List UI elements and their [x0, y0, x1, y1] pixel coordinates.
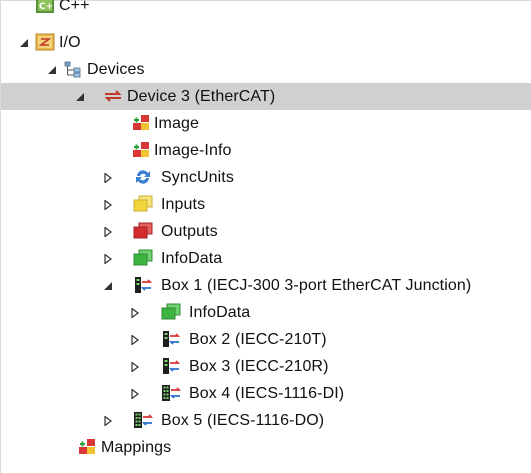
expanded-arrow-icon[interactable]	[74, 91, 86, 103]
tree-item-image-info[interactable]: Image-Info	[1, 137, 531, 164]
tree-item-label: Box 1 (IECJ-300 3-port EtherCAT Junction…	[161, 277, 472, 294]
tree-item-label: Box 3 (IECC-210R)	[189, 358, 329, 375]
mappings-icon	[77, 438, 97, 456]
tree-item-device-3-ethercat[interactable]: Device 3 (EtherCAT)	[1, 83, 531, 110]
collapsed-arrow-icon[interactable]	[129, 361, 141, 373]
tree-item-io[interactable]: I/O	[1, 29, 531, 56]
tree-item-label: Inputs	[161, 196, 206, 213]
collapsed-arrow-icon[interactable]	[129, 388, 141, 400]
tree-item-box-2[interactable]: Box 2 (IECC-210T)	[1, 326, 531, 353]
tree-item-label: Box 4 (IECS-1116-DI)	[189, 385, 345, 402]
tree-item-outputs[interactable]: Outputs	[1, 218, 531, 245]
tree-item-label: SyncUnits	[161, 169, 234, 186]
tree-item-mappings[interactable]: Mappings	[1, 434, 531, 461]
collapsed-arrow-icon[interactable]	[102, 226, 114, 238]
tree-item-label: InfoData	[161, 250, 223, 267]
infodata-icon	[161, 303, 181, 321]
syncunits-icon	[133, 168, 153, 186]
box-icon	[133, 276, 153, 294]
collapsed-arrow-icon[interactable]	[102, 172, 114, 184]
tree-item-box-5[interactable]: Box 5 (IECS-1116-DO)	[1, 407, 531, 434]
inputs-icon	[133, 195, 153, 213]
tree-item-box-1[interactable]: Box 1 (IECJ-300 3-port EtherCAT Junction…	[1, 272, 531, 299]
io-folder-icon	[35, 33, 55, 51]
collapsed-arrow-icon[interactable]	[129, 307, 141, 319]
tree-item-label: Devices	[87, 61, 145, 78]
box-io-icon	[133, 411, 153, 429]
tree-item-box-1-infodata[interactable]: InfoData	[1, 299, 531, 326]
box-icon	[161, 357, 181, 375]
expanded-arrow-icon[interactable]	[46, 64, 58, 76]
expanded-arrow-icon[interactable]	[102, 280, 114, 292]
collapsed-arrow-icon[interactable]	[129, 334, 141, 346]
tree-item-label: Mappings	[101, 439, 172, 456]
tree-item-inputs[interactable]: Inputs	[1, 191, 531, 218]
image-info-icon	[131, 141, 151, 159]
box-icon	[161, 330, 181, 348]
collapsed-arrow-icon[interactable]	[102, 253, 114, 265]
tree-item-image[interactable]: Image	[1, 110, 531, 137]
tree-item-label: InfoData	[189, 304, 251, 321]
box-io-icon	[161, 384, 181, 402]
tree-item-devices[interactable]: Devices	[1, 56, 531, 83]
tree-item-label: Image-Info	[154, 142, 232, 159]
tree-item-box-4[interactable]: Box 4 (IECS-1116-DI)	[1, 380, 531, 407]
tree-item-box-3[interactable]: Box 3 (IECC-210R)	[1, 353, 531, 380]
devices-icon	[63, 60, 83, 78]
tree-item-cpp[interactable]: C+ C++	[1, 0, 531, 19]
tree-item-label: Box 5 (IECS-1116-DO)	[161, 412, 325, 429]
image-icon	[131, 114, 151, 132]
outputs-icon	[133, 222, 153, 240]
tree-item-label: Box 2 (IECC-210T)	[189, 331, 327, 348]
collapsed-arrow-icon[interactable]	[102, 199, 114, 211]
cpp-project-icon: C+	[35, 0, 55, 14]
tree-item-label: I/O	[59, 34, 81, 51]
svg-text:C+: C+	[39, 2, 53, 12]
tree-item-label: Outputs	[161, 223, 218, 240]
collapsed-arrow-icon[interactable]	[102, 415, 114, 427]
tree-item-infodata[interactable]: InfoData	[1, 245, 531, 272]
tree-item-label: Device 3 (EtherCAT)	[127, 88, 276, 105]
expanded-arrow-icon[interactable]	[18, 37, 30, 49]
tree-item-syncunits[interactable]: SyncUnits	[1, 164, 531, 191]
infodata-icon	[133, 249, 153, 267]
tree-item-label: Image	[154, 115, 199, 132]
tree-item-label: C++	[59, 0, 90, 14]
solution-tree: C+ C++ I/O Devices Device 3 (EtherCAT) I…	[0, 0, 531, 473]
ethercat-device-icon	[103, 87, 123, 105]
